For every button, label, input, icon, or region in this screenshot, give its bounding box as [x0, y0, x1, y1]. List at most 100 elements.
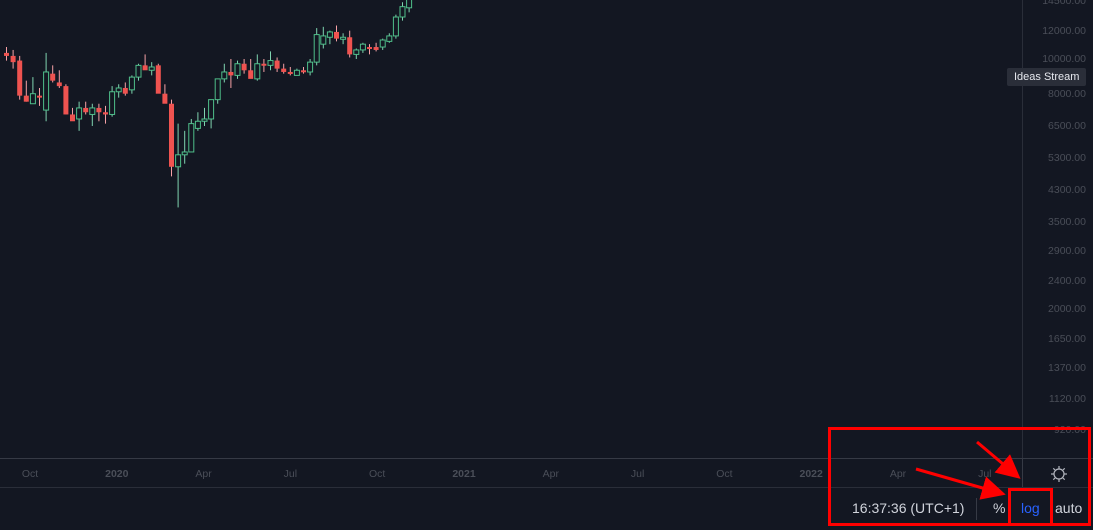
candle-body [135, 64, 142, 78]
candle [29, 77, 36, 105]
candle-body [347, 37, 353, 55]
price-tick-label: 2900.00 [1048, 245, 1086, 258]
candlestick-plot[interactable] [0, 0, 1022, 458]
candle [367, 44, 372, 55]
candle [359, 42, 366, 53]
candle [353, 48, 360, 59]
candle-body [128, 76, 135, 91]
candle-body [188, 123, 195, 153]
candle [221, 63, 228, 83]
candle-body [155, 65, 161, 94]
candle-body [399, 6, 406, 18]
candle [399, 2, 406, 21]
candle-body [241, 63, 247, 71]
candle [307, 59, 314, 76]
candle [10, 49, 16, 69]
candle [4, 47, 9, 61]
candle [340, 33, 347, 45]
time-tick-label: Oct [369, 468, 386, 480]
candle [293, 68, 300, 76]
candle [254, 54, 261, 81]
candle-body [17, 60, 23, 96]
candle [169, 99, 174, 177]
candle [142, 54, 148, 71]
time-tick-label: Apr [542, 468, 559, 480]
candle-body [379, 39, 386, 48]
candle-body [313, 34, 320, 63]
candle-body [89, 107, 96, 115]
candle-body [373, 47, 379, 50]
price-tick-label: 1370.00 [1048, 362, 1086, 375]
price-tick-label: 12000.00 [1042, 24, 1086, 37]
candle [373, 42, 379, 52]
candle-body [293, 69, 300, 76]
candle-body [181, 151, 188, 156]
candle-body [326, 31, 333, 38]
price-tick-label: 4300.00 [1048, 184, 1086, 197]
candle-body [201, 118, 208, 122]
candle [287, 66, 293, 76]
candle-body [386, 35, 393, 42]
candle-body [96, 107, 102, 113]
candle [96, 103, 102, 122]
candle [214, 78, 221, 104]
candle [23, 80, 29, 102]
candle [234, 60, 241, 79]
candle-body [23, 95, 29, 102]
candle-body [37, 95, 42, 98]
candle-body [340, 36, 347, 40]
candle [122, 82, 128, 96]
candle [37, 87, 42, 106]
candle [248, 59, 254, 79]
candle [194, 112, 201, 131]
candle [241, 59, 247, 74]
candle-body [334, 31, 339, 39]
candle [70, 107, 75, 122]
candle-body [10, 55, 16, 63]
price-tick-label: 3500.00 [1048, 216, 1086, 229]
candle [83, 101, 89, 115]
candle [406, 0, 413, 13]
candle-body [43, 71, 50, 111]
candle-body [301, 70, 306, 73]
price-tick-label: 1650.00 [1048, 333, 1086, 346]
candle-body [353, 49, 360, 55]
time-tick-label: 2020 [105, 468, 129, 480]
candle [320, 26, 327, 49]
time-tick-label: Oct [716, 468, 733, 480]
candle-body [221, 71, 228, 80]
candle [261, 59, 267, 72]
candle-body [320, 35, 327, 45]
candle [175, 123, 182, 208]
price-tick-label: 5300.00 [1048, 151, 1086, 164]
time-tick-label: Jul [283, 468, 298, 480]
candle [181, 130, 188, 164]
candle [89, 103, 96, 126]
candle-body [281, 68, 287, 72]
candle [109, 86, 116, 117]
candle-body [76, 107, 83, 120]
candle-body [254, 63, 261, 80]
candle [326, 30, 333, 45]
candle [56, 70, 62, 88]
price-tick-label: 1120.00 [1048, 393, 1086, 406]
candle-body [63, 86, 69, 115]
candle [103, 105, 108, 124]
candle-body [162, 93, 168, 104]
candle [301, 66, 306, 74]
time-tick-label: Apr [195, 468, 212, 480]
candle [379, 38, 386, 50]
candle-body [208, 99, 215, 120]
annotation-log-box [1008, 488, 1053, 526]
candle [228, 59, 234, 88]
candle-body [56, 82, 62, 87]
candle [386, 33, 393, 43]
candle [115, 84, 122, 98]
candle-body [148, 66, 155, 71]
candle-body [406, 0, 413, 9]
candle-body [359, 43, 366, 51]
candle-body [194, 120, 201, 129]
candle-body [274, 60, 280, 69]
time-tick-label: Jul [630, 468, 645, 480]
candle-body [214, 78, 221, 101]
